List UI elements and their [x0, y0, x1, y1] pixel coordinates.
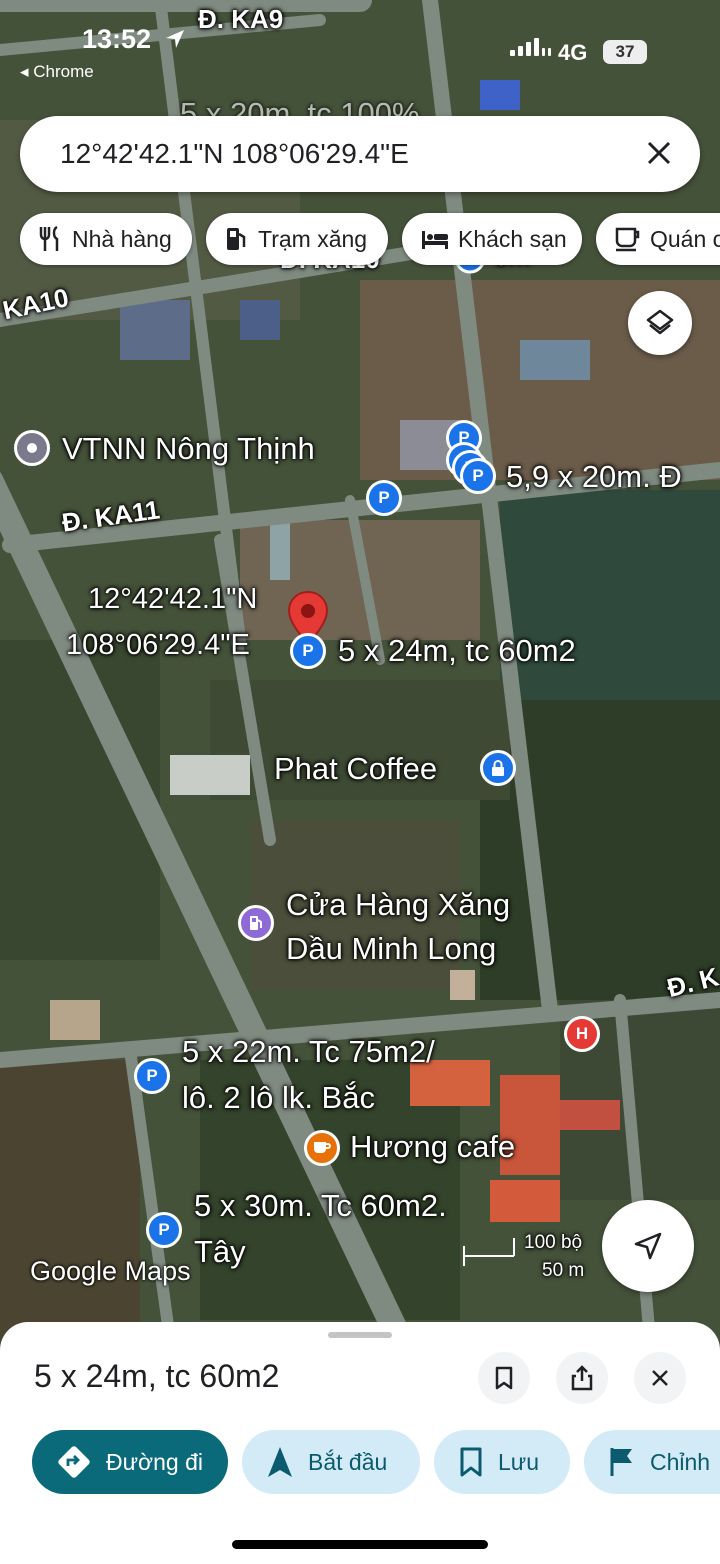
location-dot-icon: [27, 443, 37, 453]
action-label: Đường đi: [106, 1448, 203, 1475]
chip-cafes[interactable]: Quán c: [596, 213, 720, 265]
battery-icon: 37: [603, 40, 647, 64]
place-label-lot30-line1[interactable]: 5 x 30m. Tc 60m2.: [194, 1188, 447, 1224]
parking-pin-selected[interactable]: P: [290, 633, 326, 669]
navigation-arrow-icon: [634, 1232, 662, 1260]
chip-restaurants[interactable]: Nhà hàng: [20, 213, 192, 265]
cafe-pin[interactable]: [304, 1130, 340, 1166]
parking-pin-lot-59[interactable]: P: [460, 458, 496, 494]
chip-gas-stations[interactable]: Trạm xăng: [206, 213, 388, 265]
gas-station-pin[interactable]: [238, 905, 274, 941]
status-time: 13:52: [82, 24, 152, 54]
chip-label: Nhà hàng: [72, 225, 172, 252]
clear-search-icon[interactable]: [642, 136, 676, 170]
place-label-huong-cafe[interactable]: Hương cafe: [350, 1129, 515, 1165]
chip-label: Trạm xăng: [258, 225, 368, 252]
layers-button[interactable]: [628, 291, 692, 355]
action-label: Lưu: [498, 1448, 539, 1475]
google-maps-attribution: Google Maps: [30, 1256, 191, 1286]
edit-button[interactable]: Chỉnh: [584, 1430, 720, 1494]
location-arrow-icon: [166, 30, 184, 48]
place-label-lot30-line2[interactable]: Tây: [194, 1234, 246, 1270]
gas-pump-icon: [250, 916, 262, 930]
parking-pin[interactable]: P: [366, 480, 402, 516]
action-buttons-row: Đường đi Bắt đầu Lưu Chỉnh: [0, 1430, 720, 1496]
sheet-drag-handle[interactable]: [328, 1332, 392, 1338]
selected-coord-line1: 12°42'42.1"N: [88, 583, 258, 615]
restaurant-icon: [39, 225, 59, 251]
save-button[interactable]: Lưu: [434, 1430, 570, 1494]
place-label-selected-lot[interactable]: 5 x 24m, tc 60m2: [338, 633, 576, 669]
start-button[interactable]: Bắt đầu: [242, 1430, 420, 1494]
close-icon: [652, 1370, 668, 1386]
battery-level: 37: [615, 42, 635, 61]
search-bar[interactable]: 12°42'42.1"N 108°06'29.4"E: [20, 116, 700, 192]
navigation-arrow-icon: [268, 1447, 292, 1477]
chip-label: Quán c: [650, 225, 720, 252]
place-label-lot-59[interactable]: 5,9 x 20m. Đ: [506, 459, 682, 495]
back-to-chrome-link[interactable]: ◂ Chrome: [20, 62, 94, 82]
close-sheet-button[interactable]: [634, 1352, 686, 1404]
place-label-lot22-line1[interactable]: 5 x 22m. Tc 75m2/: [182, 1034, 435, 1070]
map-scale: 100 bộ 50 m: [462, 1232, 590, 1281]
directions-button[interactable]: Đường đi: [32, 1430, 228, 1494]
bookmark-icon: [495, 1366, 513, 1390]
place-label-gas-line2[interactable]: Dầu Minh Long: [286, 931, 496, 967]
place-bottom-sheet[interactable]: 5 x 24m, tc 60m2 Đường đi Bắt đầu Lưu Ch…: [0, 1322, 720, 1564]
status-bar: 13:52 ◂ Chrome 4G 37: [0, 24, 720, 84]
lock-icon: [492, 760, 504, 776]
save-bookmark-button[interactable]: [478, 1352, 530, 1404]
parking-icon: P: [158, 1220, 170, 1239]
satellite-map[interactable]: Đ. KA9 KA10 Đ. KA10 Đ. KA11 Đ. K 5 x 20m…: [0, 0, 720, 1340]
action-label: Chỉnh: [650, 1448, 711, 1475]
place-label-vtnn[interactable]: VTNN Nông Thịnh: [62, 431, 315, 467]
parking-pin-lot-30[interactable]: P: [146, 1212, 182, 1248]
selected-coord-line2: 108°06'29.4"E: [66, 629, 250, 661]
place-pin-vtnn[interactable]: [14, 430, 50, 466]
parking-icon: P: [378, 488, 390, 507]
search-query[interactable]: 12°42'42.1"N 108°06'29.4"E: [60, 138, 409, 170]
parking-icon: P: [146, 1066, 158, 1085]
layers-icon: [646, 309, 674, 335]
hospital-pin[interactable]: H: [564, 1016, 600, 1052]
gas-station-icon: [227, 228, 246, 250]
parking-icon: P: [472, 466, 484, 485]
hospital-icon: H: [575, 1024, 589, 1043]
cellular-signal-icon: [510, 38, 551, 56]
directions-icon: [58, 1446, 90, 1478]
place-title: 5 x 24m, tc 60m2: [34, 1358, 280, 1394]
coffee-cup-icon: [314, 1142, 331, 1153]
share-icon: [571, 1365, 593, 1391]
place-label-phat-coffee[interactable]: Phat Coffee: [274, 751, 437, 787]
lock-pin[interactable]: [480, 750, 516, 786]
cafe-icon: [615, 227, 640, 252]
share-button[interactable]: [556, 1352, 608, 1404]
flag-icon: [610, 1448, 632, 1476]
chip-hotels[interactable]: Khách sạn: [402, 213, 582, 265]
action-label: Bắt đầu: [308, 1448, 388, 1475]
my-location-button[interactable]: [602, 1200, 694, 1292]
network-type: 4G: [558, 40, 588, 65]
bookmark-icon: [460, 1447, 482, 1477]
scale-metric: 50 m: [542, 1260, 585, 1281]
chip-label: Khách sạn: [458, 225, 567, 252]
place-label-gas-line1[interactable]: Cửa Hàng Xăng: [286, 887, 510, 923]
home-indicator[interactable]: [232, 1540, 488, 1549]
scale-imperial: 100 bộ: [524, 1232, 583, 1253]
place-label-lot22-line2[interactable]: lô. 2 lô lk. Bắc: [182, 1080, 375, 1116]
parking-icon: P: [302, 641, 314, 660]
hotel-icon: [422, 231, 448, 249]
category-chips: Nhà hàng Trạm xăng Khách sạn Quán c: [20, 213, 720, 265]
parking-pin-lot-22[interactable]: P: [134, 1058, 170, 1094]
